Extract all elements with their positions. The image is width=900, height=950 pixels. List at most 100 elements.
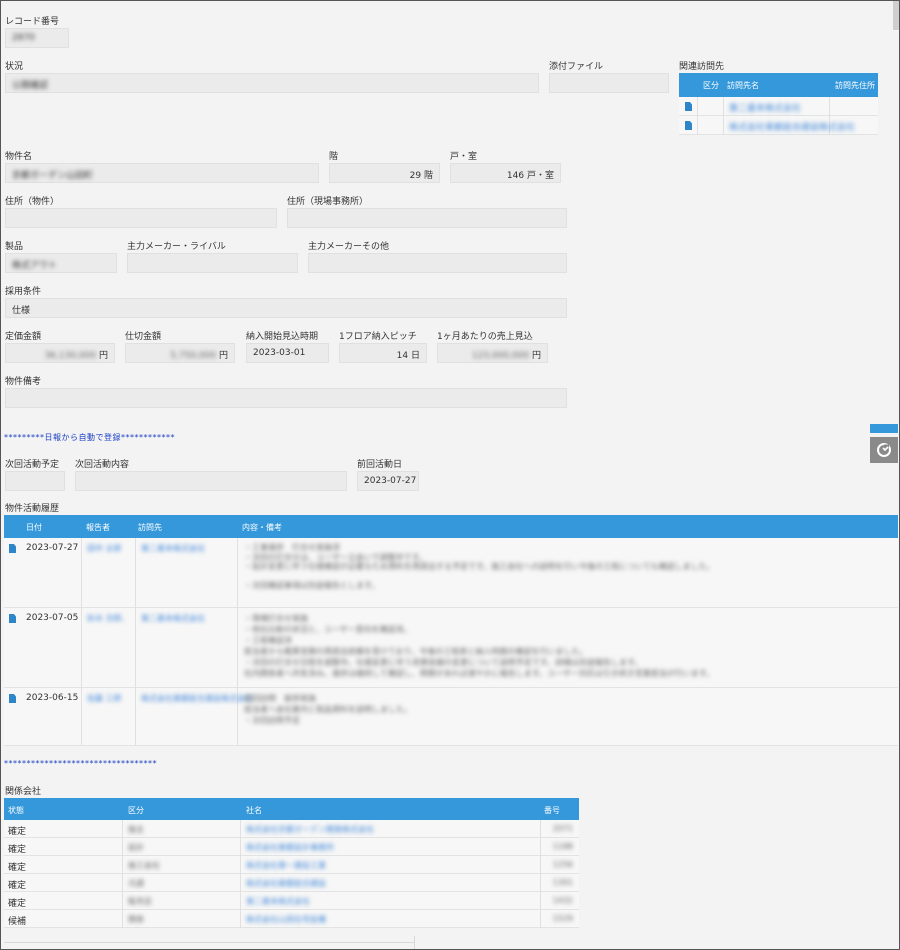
refresh-button[interactable] [870, 437, 898, 463]
history-col-visit: 訪問先 [138, 523, 162, 532]
list-price-unit: 円 [98, 351, 108, 361]
history-reporter[interactable]: 田中 太郎 [87, 543, 122, 554]
company-status: 確定 [8, 827, 27, 837]
product-value: 株式アウト [12, 261, 58, 271]
units-unit: 戸・室 [526, 171, 554, 181]
attachment-field[interactable] [549, 73, 669, 93]
floor-pitch-label: 1フロア納入ピッチ [339, 332, 417, 342]
status-field: 公開確認 [5, 73, 539, 93]
maker-rival-label: 主力メーカー・ライバル [127, 242, 226, 252]
history-reporter[interactable]: 鈴木 次郎、 [87, 613, 130, 624]
company-name[interactable]: 株式会社東都設計事務所 [246, 842, 334, 853]
company-type: 元請 [128, 879, 144, 888]
company-number: 2071 [552, 824, 573, 833]
companies-col-type: 区分 [128, 806, 144, 815]
company-number: 1301 [552, 878, 573, 887]
history-visit[interactable]: 第二基本株式会社 [141, 543, 205, 554]
cost-price-field: 5,750,000 円 [125, 343, 235, 363]
history-col-date: 日付 [26, 523, 42, 532]
cost-price-value: 5,750,000 [170, 351, 217, 361]
next-activity-label: 次回活動予定 [5, 460, 60, 470]
company-name[interactable]: 株式会社東都総合建設 [246, 878, 326, 889]
document-icon[interactable] [9, 614, 16, 623]
monthly-sales-value: 123,000,000 [471, 351, 530, 361]
company-name[interactable]: 株式会社京都ガーデン開発株式会社 [246, 824, 374, 835]
auto-register-banner: *********日報から自動で登録************ [4, 433, 175, 442]
company-number: 1188 [552, 842, 573, 851]
related-visit-name[interactable]: 第二基本株式会社 [729, 101, 801, 114]
company-row: 確定 施主 株式会社京都ガーデン開発株式会社 2071 [4, 820, 579, 838]
floors-label: 階 [329, 152, 339, 162]
scrollbar-thumb[interactable] [893, 0, 899, 30]
floor-pitch-unit: 日 [410, 351, 420, 361]
product-field: 株式アウト [5, 253, 117, 273]
floor-pitch-field: 14 日 [339, 343, 427, 363]
floors-value: 29 [409, 171, 422, 181]
history-col-reporter: 報告者 [86, 523, 110, 532]
adoption-label: 採用条件 [5, 287, 42, 297]
side-panel-tab[interactable] [870, 424, 898, 433]
history-row: 2023-06-15 佐藤 三郎 株式会社東都総合建設株式会社 初回訪問 挨拶実… [4, 688, 898, 746]
companies-label: 関係会社 [5, 787, 42, 797]
companies-header: 状態 区分 社名 番号 [4, 798, 579, 820]
history-notes: ・現場打合せ実施 ・他社比較の状況と、ユーザー意向を確認済。 ・工程確認済 担当… [244, 614, 714, 678]
document-icon[interactable] [9, 694, 16, 703]
list-price-value: 36,130,000 [44, 351, 97, 361]
floors-field: 29 階 [329, 163, 440, 183]
address-site-label: 住所（現場事務所） [287, 197, 369, 207]
property-name-label: 物件名 [5, 152, 33, 162]
cost-price-unit: 円 [218, 351, 228, 361]
adoption-field: 仕様 [5, 298, 567, 318]
units-label: 戸・室 [450, 152, 478, 162]
last-activity-field: 2023-07-27 [357, 471, 419, 491]
company-name[interactable]: 株式会社山田住宅設備 [246, 914, 326, 925]
company-type: 施主 [128, 825, 144, 834]
history-visit[interactable]: 第二基本株式会社 [141, 613, 205, 624]
related-visit-row: 第二基本株式会社 [679, 97, 878, 116]
history-label: 物件活動履歴 [5, 504, 60, 514]
related-visit-name[interactable]: 株式会社東都総合建設株式会社 [729, 120, 855, 133]
address-site-field [287, 208, 567, 228]
delivery-start-field: 2023-03-01 [246, 343, 329, 363]
status-value: 公開確認 [12, 81, 49, 91]
property-notes-field [5, 388, 567, 408]
document-icon[interactable] [685, 121, 692, 130]
related-visits-label: 関連訪問先 [679, 62, 725, 72]
maker-other-label: 主力メーカーその他 [308, 242, 390, 252]
history-visit[interactable]: 株式会社東都総合建設株式会社 [141, 693, 253, 704]
record-number-label: レコード番号 [5, 17, 60, 27]
related-col-address: 訪問先住所 [835, 81, 875, 90]
delivery-start-value: 2023-03-01 [253, 348, 306, 358]
last-activity-value: 2023-07-27 [364, 476, 417, 486]
floor-pitch-value: 14 [396, 351, 409, 361]
company-type: 施工会社 [128, 861, 160, 870]
maker-other-field [308, 253, 567, 273]
company-type: 関係 [128, 915, 144, 924]
company-name[interactable]: 第二基本株式会社 [246, 896, 310, 907]
company-status: 確定 [8, 881, 27, 891]
document-icon[interactable] [9, 544, 16, 553]
history-date: 2023-06-15 [26, 693, 79, 703]
list-price-label: 定価金額 [5, 332, 42, 342]
company-row: 確定 施工会社 株式会社第一建設工業 1256 [4, 856, 579, 874]
company-status: 候補 [8, 917, 27, 927]
company-name[interactable]: 株式会社第一建設工業 [246, 860, 326, 871]
history-row: 2023-07-05 鈴木 次郎、 第二基本株式会社 ・現場打合せ実施 ・他社比… [4, 608, 898, 688]
company-row: 確定 元請 株式会社東都総合建設 1301 [4, 874, 579, 892]
company-status: 確定 [8, 845, 27, 855]
company-type: 設計 [128, 843, 144, 852]
history-reporter[interactable]: 佐藤 三郎 [87, 693, 122, 704]
divider-stars: ********************************** [4, 759, 157, 768]
companies-col-name: 社名 [246, 806, 262, 815]
adoption-value: 仕様 [12, 306, 31, 316]
last-activity-label: 前回活動日 [357, 460, 403, 470]
companies-col-status: 状態 [8, 806, 24, 815]
document-icon[interactable] [685, 102, 692, 111]
monthly-sales-unit: 円 [531, 351, 541, 361]
monthly-sales-field: 123,000,000 円 [437, 343, 548, 363]
address-property-label: 住所（物件） [5, 197, 60, 207]
history-date: 2023-07-27 [26, 543, 79, 553]
history-header: 日付 報告者 訪問先 内容・備考 [4, 515, 898, 538]
company-number: 1256 [552, 860, 573, 869]
status-label: 状況 [5, 62, 24, 72]
